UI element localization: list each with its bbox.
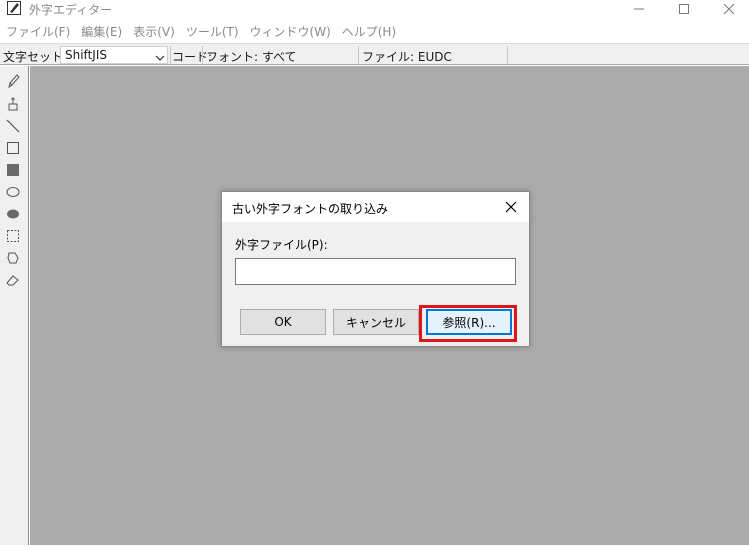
hollow-rectangle-icon[interactable] (4, 139, 22, 157)
font-toolbar: 文字セット: ShiftJIS コード: フォント: すべて ファイル: EUD… (0, 43, 749, 65)
toolbar-divider (202, 46, 203, 64)
menu-help[interactable]: ヘルプ(H) (338, 23, 400, 40)
dialog-title-bar: 古い外字フォントの取り込み (222, 192, 529, 222)
chevron-down-icon (155, 51, 165, 61)
menu-bar: ファイル(F) 編集(E) 表示(V) ツール(T) ウィンドウ(W) ヘルプ(… (0, 21, 749, 41)
window-title: 外字エディター (29, 3, 113, 17)
tool-palette (0, 66, 29, 545)
toolbar-divider (170, 46, 171, 64)
menu-file[interactable]: ファイル(F) (2, 23, 74, 40)
ok-button[interactable]: OK (240, 309, 326, 335)
menu-edit[interactable]: 編集(E) (77, 23, 126, 40)
minimize-icon[interactable] (619, 0, 659, 18)
menu-tools[interactable]: ツール(T) (182, 23, 243, 40)
brush-icon[interactable] (4, 94, 22, 112)
charset-dropdown[interactable]: ShiftJIS (60, 46, 168, 64)
filled-ellipse-icon[interactable] (4, 205, 22, 223)
maximize-icon[interactable] (664, 0, 704, 18)
charset-label: 文字セット: (3, 50, 68, 64)
cancel-button[interactable]: キャンセル (333, 309, 419, 335)
menu-window[interactable]: ウィンドウ(W) (246, 23, 335, 40)
dialog-title: 古い外字フォントの取り込み (232, 202, 389, 216)
hollow-ellipse-icon[interactable] (4, 183, 22, 201)
line-icon[interactable] (4, 117, 22, 135)
rectangular-selection-icon[interactable] (4, 227, 22, 245)
title-bar: 外字エディター (0, 0, 749, 20)
close-icon[interactable] (709, 0, 749, 18)
close-icon[interactable] (502, 198, 520, 216)
font-label: フォント: すべて (206, 50, 297, 64)
eraser-icon[interactable] (4, 271, 22, 289)
eudc-file-input[interactable] (235, 258, 516, 285)
freeform-selection-icon[interactable] (4, 249, 22, 267)
pencil-edit-icon (6, 0, 22, 16)
toolbar-divider (507, 46, 508, 64)
import-old-font-dialog: 古い外字フォントの取り込み 外字ファイル(P): OK キャンセル 参照(R).… (221, 191, 530, 347)
browse-button[interactable]: 参照(R)... (426, 309, 512, 335)
pencil-icon[interactable] (4, 72, 22, 90)
charset-value: ShiftJIS (65, 48, 107, 62)
file-label: ファイル: EUDC (362, 50, 452, 64)
filled-rectangle-icon[interactable] (4, 161, 22, 179)
toolbar-divider (358, 46, 359, 64)
eudc-file-label: 外字ファイル(P): (235, 238, 328, 252)
menu-view[interactable]: 表示(V) (129, 23, 179, 40)
